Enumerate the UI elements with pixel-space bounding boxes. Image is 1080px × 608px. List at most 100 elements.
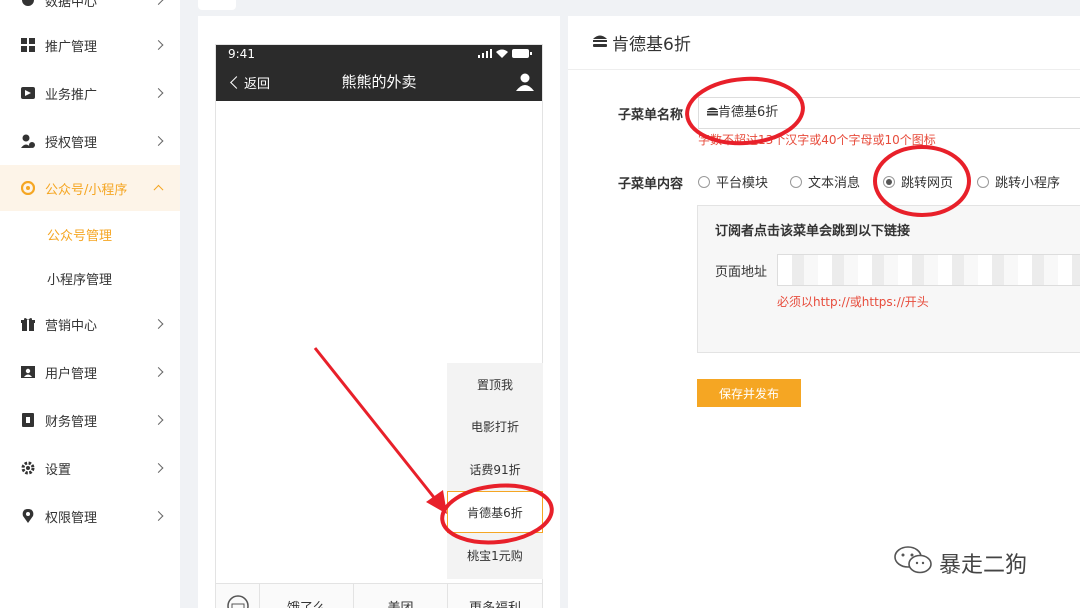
radio-label: 文本消息: [808, 176, 861, 191]
watermark-text: 暴走二狗: [939, 553, 1028, 578]
sidebar-item-promotion[interactable]: 推广管理: [0, 22, 180, 68]
submenu-item-label: 肯德基6折: [467, 505, 523, 520]
radio-jump-webpage[interactable]: 跳转网页: [883, 172, 953, 191]
sidebar-item-label: 营销中心: [45, 318, 98, 334]
wallet-icon: [21, 413, 35, 427]
sidebar-item-label: 用户管理: [45, 366, 98, 382]
phone-bottom-menu: 饿了么 美团 更多福利: [216, 583, 542, 608]
target-icon: [21, 181, 35, 195]
submenu-item-label: 电影打折: [470, 419, 519, 434]
name-input-value: 肯德基6折: [718, 105, 779, 120]
status-icons: [478, 49, 532, 58]
url-hint: 必须以http://或https://开头: [777, 295, 929, 309]
sidebar-item-permissions[interactable]: 权限管理: [0, 493, 180, 539]
sidebar-subitem-label: 小程序管理: [47, 272, 113, 288]
submenu-item[interactable]: 置顶我: [447, 363, 543, 405]
radio-circle: [698, 175, 710, 188]
submenu-item-label: 置顶我: [476, 377, 513, 392]
radio-jump-miniprogram[interactable]: 跳转小程序: [977, 172, 1060, 191]
chevron-right-icon: [153, 136, 164, 146]
battery-icon: [512, 49, 532, 58]
radio-circle-checked: [883, 175, 895, 188]
sidebar-item-label: 权限管理: [45, 510, 98, 526]
screen: 数据中心 推广管理 业务推广 授权管理 公众号/小程序 公众号管理 小程序管理: [0, 0, 1080, 608]
page-url-input[interactable]: [777, 254, 1080, 286]
chevron-right-icon: [153, 0, 164, 5]
submenu-item[interactable]: 桃宝1元购: [447, 534, 543, 576]
sidebar-item-business[interactable]: 业务推广: [0, 70, 180, 116]
radio-label: 跳转网页: [901, 176, 954, 191]
radio-circle: [977, 175, 989, 188]
chevron-right-icon: [153, 319, 164, 329]
radio-platform-module[interactable]: 平台模块: [698, 172, 768, 191]
sidebar-item-label: 授权管理: [45, 135, 98, 151]
burger-icon: [707, 105, 718, 120]
chevron-up-icon: [153, 184, 164, 195]
sidebar-subitem-label: 公众号管理: [47, 228, 113, 244]
watermark: 暴走二狗: [893, 545, 1027, 581]
grid-icon: [21, 38, 35, 52]
bottom-menu-label: 饿了么: [286, 600, 326, 608]
page-title-text: 肯德基6折: [612, 35, 691, 55]
keyboard-icon: [226, 595, 249, 608]
sidebar-item-data-center[interactable]: 数据中心: [0, 0, 180, 23]
sidebar-item-marketing[interactable]: 营销中心: [0, 301, 180, 347]
save-publish-button[interactable]: 保存并发布: [697, 379, 801, 407]
sidebar-item-authorization[interactable]: 授权管理: [0, 118, 180, 164]
sidebar-item-finance[interactable]: 财务管理: [0, 397, 180, 443]
burger-icon: [592, 33, 608, 53]
wechat-icon: [893, 545, 933, 581]
contact-card-icon: [21, 365, 35, 379]
name-hint: 字数不超过13个汉字或40个字母或10个图标: [698, 133, 936, 147]
divider: [568, 69, 1080, 70]
sidebar-item-users[interactable]: 用户管理: [0, 349, 180, 395]
chart-icon: [21, 0, 35, 7]
phone-preview: 9:41 返回 熊熊的外卖 置顶我 电影打折 话费91折 肯德基6折 桃宝1元购: [215, 44, 543, 608]
wifi-icon: [496, 49, 508, 58]
bottom-menu-item[interactable]: 更多福利: [448, 584, 542, 608]
link-box-title: 订阅者点击该菜单会跳到以下链接: [715, 224, 911, 239]
url-label: 页面地址: [715, 265, 768, 280]
signal-icon: [478, 49, 492, 58]
bottom-menu-item[interactable]: 美团: [354, 584, 448, 608]
bottom-menu-item[interactable]: 饿了么: [260, 584, 354, 608]
submenu-item-selected[interactable]: 肯德基6折: [447, 491, 543, 533]
submenu-item[interactable]: 电影打折: [447, 405, 543, 447]
sidebar-item-official-account[interactable]: 公众号/小程序: [0, 165, 180, 211]
chevron-right-icon: [153, 415, 164, 425]
sidebar: 数据中心 推广管理 业务推广 授权管理 公众号/小程序 公众号管理 小程序管理: [0, 0, 180, 608]
radio-text-message[interactable]: 文本消息: [790, 172, 860, 191]
radio-label: 平台模块: [716, 176, 769, 191]
submenu-item[interactable]: 话费91折: [447, 448, 543, 490]
chevron-right-icon: [153, 367, 164, 377]
keyboard-toggle[interactable]: [216, 584, 260, 608]
radio-label: 跳转小程序: [995, 176, 1061, 191]
radio-circle: [790, 175, 802, 188]
chevron-right-icon: [153, 463, 164, 473]
bottom-menu-label: 更多福利: [468, 600, 521, 608]
sidebar-item-label: 财务管理: [45, 414, 98, 430]
sidebar-subitem-official-account-manage[interactable]: 公众号管理: [0, 212, 180, 256]
sidebar-item-label: 数据中心: [45, 0, 98, 10]
sidebar-item-settings[interactable]: 设置: [0, 445, 180, 491]
submenu-item-label: 话费91折: [469, 462, 521, 477]
sidebar-item-label: 推广管理: [45, 39, 98, 55]
sidebar-item-label: 设置: [45, 462, 72, 478]
sidebar-subitem-miniprogram-manage[interactable]: 小程序管理: [0, 256, 180, 300]
sidebar-item-label: 公众号/小程序: [45, 182, 128, 198]
flag-icon: [21, 86, 35, 100]
chevron-right-icon: [153, 88, 164, 98]
user-icon[interactable]: [516, 73, 534, 95]
submenu-item-label: 桃宝1元购: [467, 548, 523, 563]
content-label: 子菜单内容: [618, 177, 684, 192]
status-time: 9:41: [228, 47, 255, 61]
gift-icon: [21, 317, 35, 331]
phone-title: 熊熊的外卖: [341, 73, 417, 91]
location-pin-icon: [21, 509, 35, 523]
submenu-name-input[interactable]: 肯德基6折: [698, 97, 1080, 129]
bottom-menu-label: 美团: [387, 600, 414, 608]
user-lock-icon: [21, 134, 35, 148]
gear-icon: [21, 461, 35, 475]
top-tab[interactable]: [198, 0, 236, 10]
phone-header: 9:41 返回 熊熊的外卖: [216, 45, 542, 101]
